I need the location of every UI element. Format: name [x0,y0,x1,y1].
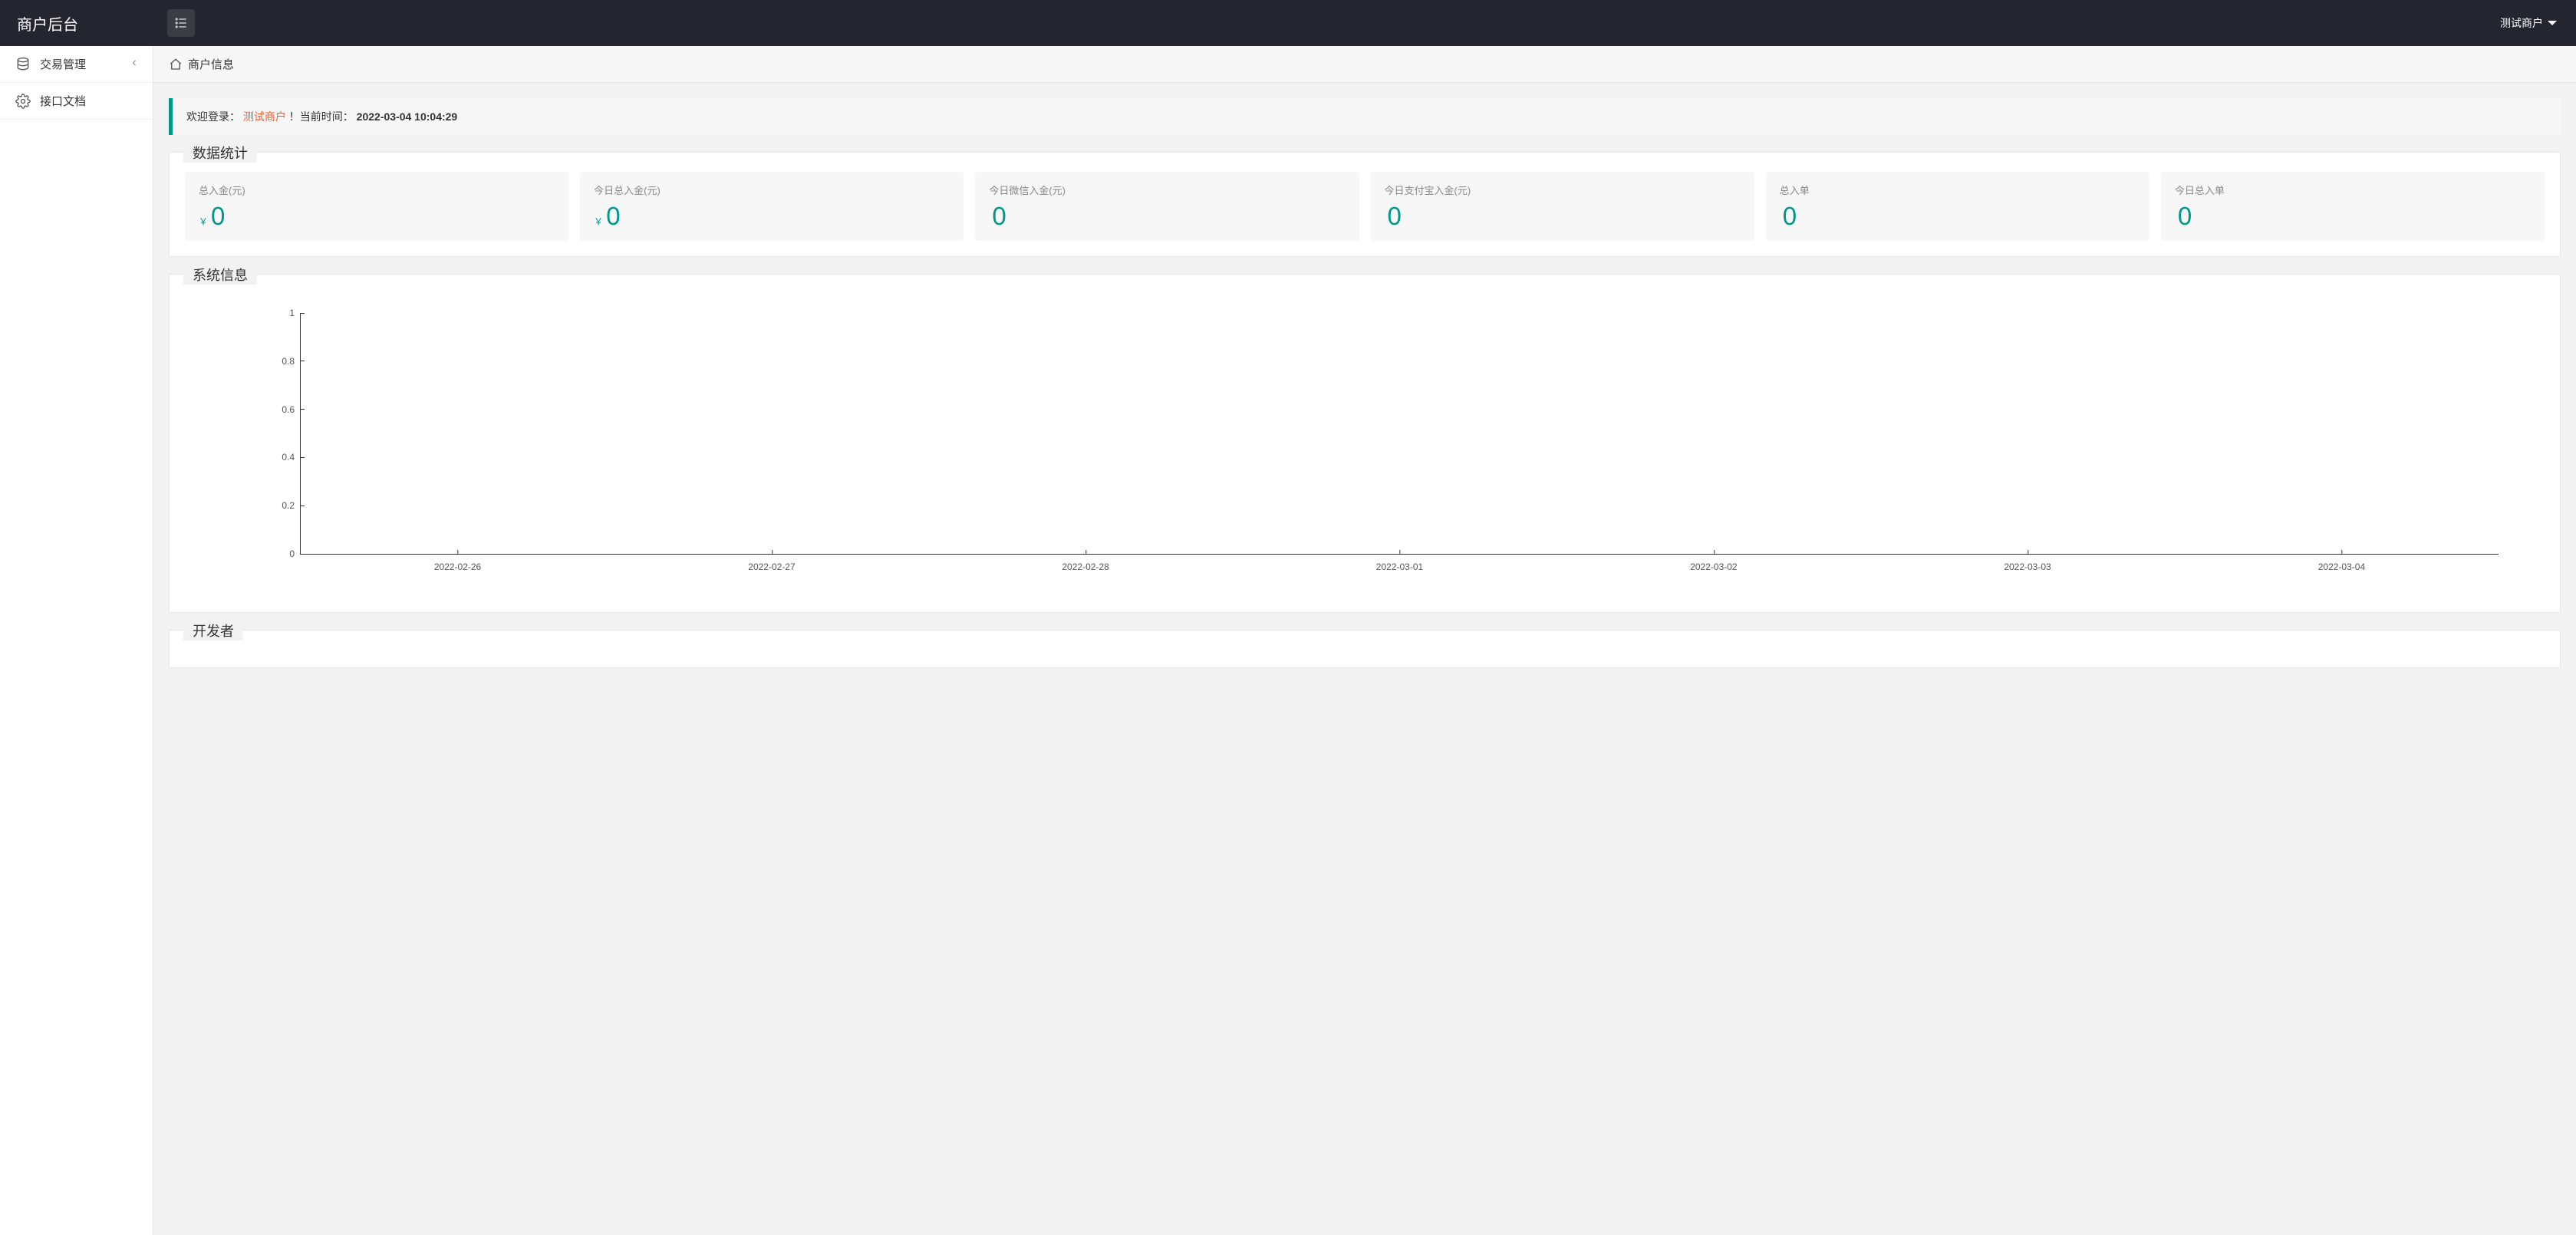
stat-label: 今日微信入金(元) [989,183,1345,197]
stat-value: ￥0 [594,202,950,231]
user-menu[interactable]: 测试商户 [2500,15,2576,31]
welcome-banner: 欢迎登录： 测试商户 ！当前时间： 2022-03-04 10:04:29 [169,98,2561,135]
stat-value: ￥0 [199,202,555,231]
sidebar-item-label: 交易管理 [40,56,86,72]
stat-card-today-orders: 今日总入单 0 [2161,172,2545,241]
chart-plot-area: 0 0.2 0.4 0.6 0.8 1 2022-02-26 2022-02-2… [300,313,2499,555]
stat-card-wechat-in: 今日微信入金(元) 0 [975,172,1359,241]
sidebar-item-label: 接口文档 [40,93,86,109]
stat-card-total-in: 总入金(元) ￥0 [185,172,568,241]
breadcrumb: 商户信息 [153,46,2576,83]
app-logo[interactable]: 商户后台 [0,0,153,46]
stats-legend: 数据统计 [183,143,257,163]
x-tick: 2022-02-27 [748,554,795,572]
welcome-merchant: 测试商户 [243,110,286,123]
home-icon [169,58,183,71]
chevron-left-icon [130,58,139,70]
chart: 0 0.2 0.4 0.6 0.8 1 2022-02-26 2022-02-2… [185,290,2545,597]
stat-card-today-in: 今日总入金(元) ￥0 [580,172,964,241]
stat-label: 今日支付宝入金(元) [1385,183,1741,197]
stats-section: 数据统计 总入金(元) ￥0 今日总入金(元) ￥0 今日微信入金(元) 0 [169,152,2561,257]
stat-card-alipay-in: 今日支付宝入金(元) 0 [1371,172,1754,241]
developer-legend: 开发者 [183,621,243,641]
gear-icon [15,94,31,109]
stat-value: 0 [2175,202,2531,231]
sidebar-toggle-button[interactable] [167,9,195,37]
header-left: 商户后台 [0,0,195,46]
stat-value: 0 [1385,202,1741,231]
x-tick: 2022-02-26 [434,554,481,572]
user-name: 测试商户 [2500,15,2543,31]
y-tick: 1 [289,308,301,318]
main-content: 商户信息 欢迎登录： 测试商户 ！当前时间： 2022-03-04 10:04:… [153,46,2576,1235]
developer-section: 开发者 [169,630,2561,668]
system-section: 系统信息 0 0.2 0.4 0.6 0.8 1 2022-02-26 2022… [169,274,2561,613]
system-legend: 系统信息 [183,265,257,285]
x-tick: 2022-02-28 [1062,554,1108,572]
y-tick: 0 [289,548,301,559]
welcome-prefix: 欢迎登录： [186,110,240,123]
welcome-time: 2022-03-04 10:04:29 [357,110,458,123]
stat-card-total-orders: 总入单 0 [1766,172,2149,241]
welcome-suffix: ！当前时间： [289,110,354,123]
stat-label: 总入单 [1780,183,2136,197]
y-tick: 0.4 [282,452,301,463]
stat-label: 今日总入单 [2175,183,2531,197]
sidebar: 交易管理 接口文档 [0,46,153,1235]
app-header: 商户后台 测试商户 [0,0,2576,46]
database-icon [15,57,31,72]
stat-label: 今日总入金(元) [594,183,950,197]
list-icon [173,15,189,31]
y-tick: 0.8 [282,356,301,367]
caret-down-icon [2548,21,2557,25]
stat-value: 0 [989,202,1345,231]
x-tick: 2022-03-02 [1690,554,1737,572]
stat-value: 0 [1780,202,2136,231]
stats-grid: 总入金(元) ￥0 今日总入金(元) ￥0 今日微信入金(元) 0 今日支付宝入… [185,172,2545,241]
y-tick: 0.6 [282,404,301,415]
breadcrumb-title: 商户信息 [188,56,234,72]
sidebar-item-api-docs[interactable]: 接口文档 [0,83,153,120]
stat-label: 总入金(元) [199,183,555,197]
y-tick: 0.2 [282,500,301,511]
x-tick: 2022-03-04 [2318,554,2365,572]
x-tick: 2022-03-03 [2004,554,2051,572]
sidebar-item-transaction[interactable]: 交易管理 [0,46,153,83]
x-tick: 2022-03-01 [1376,554,1423,572]
